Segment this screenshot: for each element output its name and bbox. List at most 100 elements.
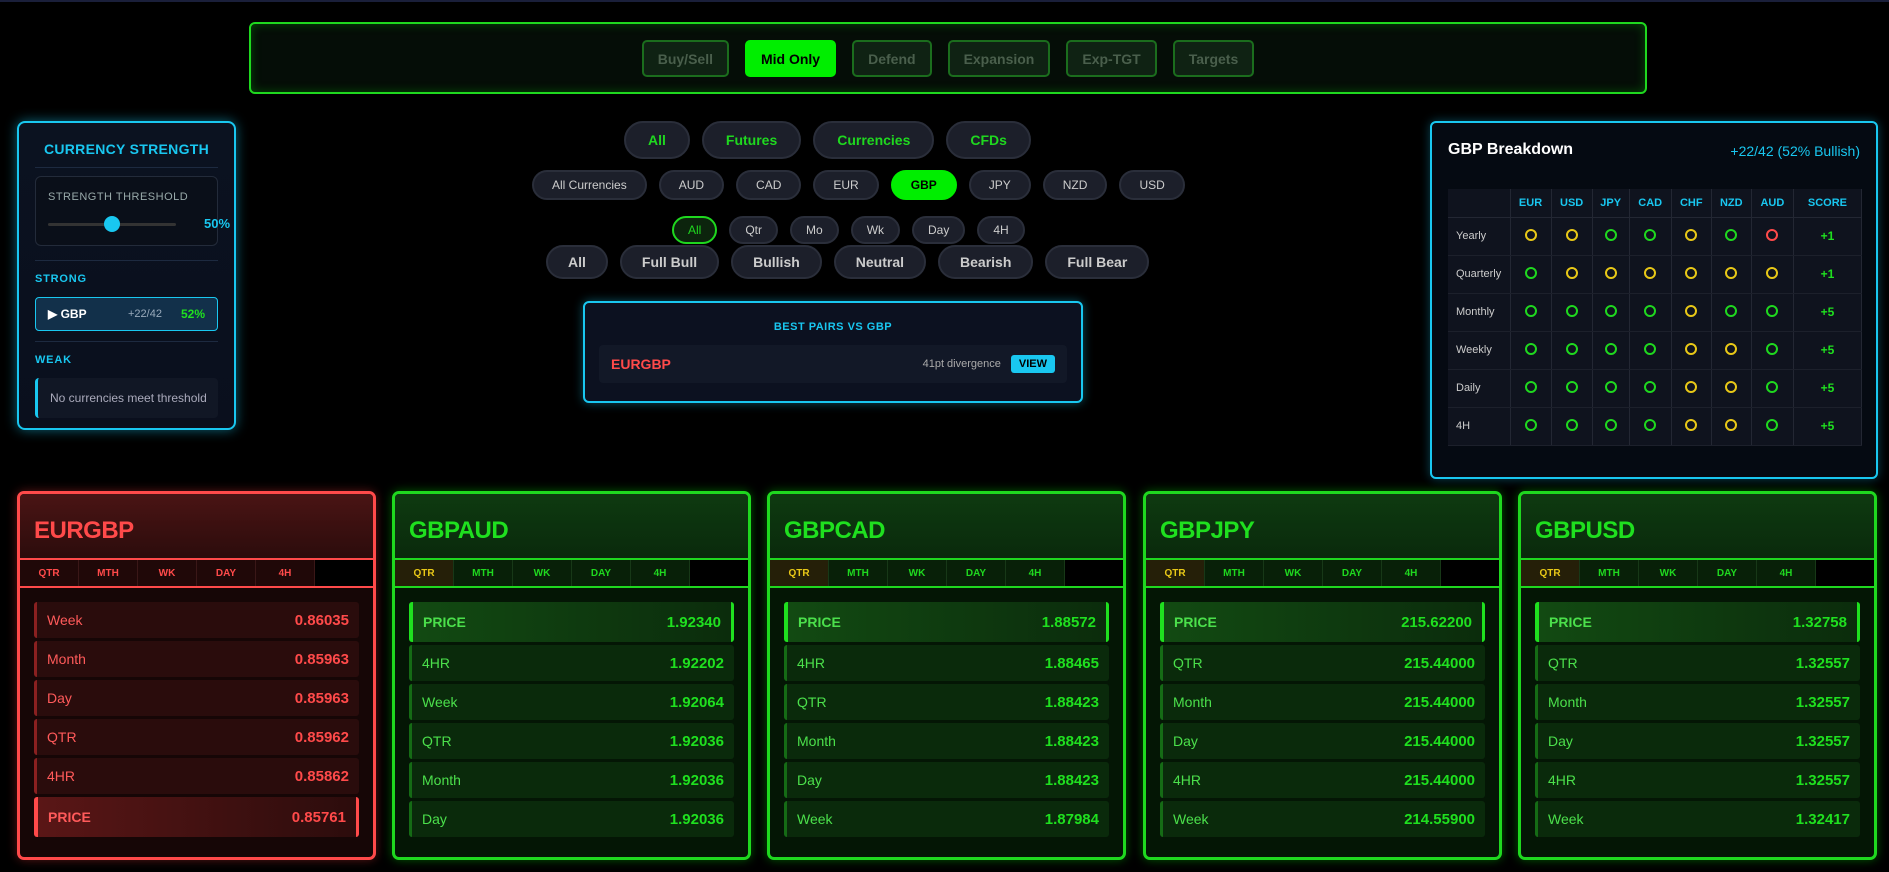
row-label: Quarterly	[1448, 255, 1511, 294]
pair-card-gbpjpy[interactable]: GBPJPY QTR MTH WK DAY 4H PRICE 215.62200 QTR 215.…	[1143, 491, 1502, 860]
tab-day[interactable]: DAY	[947, 560, 1006, 586]
tab-4h[interactable]: 4H	[1382, 560, 1441, 586]
tab-day[interactable]: DAY	[197, 560, 256, 586]
cat-pill-currencies[interactable]: Currencies	[813, 121, 935, 159]
pair-card-eurgbp[interactable]: EURGBP QTR MTH WK DAY 4H Week 0.86035 Month 0.859…	[17, 491, 376, 860]
cur-pill-usd[interactable]: USD	[1119, 170, 1185, 200]
status-circle-icon	[1766, 304, 1779, 317]
tf-pill-day[interactable]: Day	[912, 216, 966, 244]
card-tabs: QTR MTH WK DAY 4H	[395, 560, 748, 588]
sent-pill-all[interactable]: All	[546, 245, 608, 279]
card-pair-title: GBPCAD	[784, 517, 886, 544]
level-label: Week	[797, 811, 833, 827]
cat-pill-cfds[interactable]: CFDs	[946, 121, 1031, 159]
strong-currency-score: +22/42	[128, 308, 162, 320]
card-header: GBPAUD	[395, 494, 748, 560]
view-button[interactable]: VIEW	[1010, 355, 1055, 373]
tab-wk[interactable]: WK	[513, 560, 572, 586]
cur-pill-gbp[interactable]: GBP	[890, 170, 957, 200]
level-value: 0.85761	[291, 808, 346, 826]
level-label: QTR	[1173, 655, 1203, 671]
mode-button-defend[interactable]: Defend	[852, 40, 932, 77]
tab-qtr[interactable]: QTR	[770, 560, 829, 586]
tab-4h[interactable]: 4H	[1006, 560, 1065, 586]
status-circle-icon	[1524, 418, 1537, 431]
cat-pill-all[interactable]: All	[624, 121, 690, 159]
tab-wk[interactable]: WK	[138, 560, 197, 586]
tab-day[interactable]: DAY	[1323, 560, 1382, 586]
cur-pill-all-currencies[interactable]: All Currencies	[532, 170, 647, 200]
cell	[1751, 293, 1794, 332]
cell	[1510, 255, 1552, 294]
status-circle-icon	[1685, 380, 1698, 393]
status-circle-icon	[1644, 304, 1657, 317]
divider	[35, 167, 218, 168]
cat-pill-futures[interactable]: Futures	[701, 121, 802, 159]
cell	[1629, 407, 1672, 446]
tab-wk[interactable]: WK	[1639, 560, 1698, 586]
mode-button-exp-tgt[interactable]: Exp-TGT	[1066, 40, 1157, 77]
level-value: 1.88572	[1041, 613, 1096, 631]
row-label: Monthly	[1448, 293, 1511, 332]
tf-pill-qtr[interactable]: Qtr	[729, 216, 779, 244]
sent-pill-full-bear[interactable]: Full Bear	[1045, 245, 1150, 279]
cell	[1592, 217, 1630, 256]
cell	[1711, 255, 1752, 294]
sent-pill-bearish[interactable]: Bearish	[938, 245, 1034, 279]
tab-4h[interactable]: 4H	[256, 560, 315, 586]
strong-currency-item[interactable]: ▶ GBP +22/42 52%	[35, 297, 218, 331]
tab-qtr[interactable]: QTR	[1521, 560, 1580, 586]
mode-button-expansion[interactable]: Expansion	[947, 40, 1051, 77]
tab-mth[interactable]: MTH	[1580, 560, 1639, 586]
cur-pill-nzd[interactable]: NZD	[1042, 170, 1108, 200]
card-pair-title: GBPAUD	[409, 517, 509, 544]
tab-mth[interactable]: MTH	[829, 560, 888, 586]
status-circle-icon	[1644, 418, 1657, 431]
status-circle-icon	[1725, 266, 1738, 279]
tab-mth[interactable]: MTH	[79, 560, 138, 586]
header-corner	[1448, 189, 1511, 218]
tab-day[interactable]: DAY	[1698, 560, 1757, 586]
pair-card-gbpcad[interactable]: GBPCAD QTR MTH WK DAY 4H PRICE 1.88572 4HR 1.8846…	[767, 491, 1126, 860]
tf-pill-4h[interactable]: 4H	[977, 216, 1025, 244]
tf-pill-all[interactable]: All	[672, 216, 718, 244]
cur-pill-jpy[interactable]: JPY	[968, 170, 1031, 200]
tab-4h[interactable]: 4H	[1757, 560, 1816, 586]
tab-qtr[interactable]: QTR	[395, 560, 454, 586]
tab-4h[interactable]: 4H	[631, 560, 690, 586]
cell	[1592, 331, 1630, 370]
strong-currency-pct: 52%	[180, 307, 205, 321]
cur-pill-aud[interactable]: AUD	[658, 170, 725, 200]
mode-button-mid-only[interactable]: Mid Only	[744, 40, 837, 77]
cur-pill-cad[interactable]: CAD	[736, 170, 802, 200]
level-label: PRICE	[48, 809, 91, 825]
sent-pill-neutral[interactable]: Neutral	[833, 245, 927, 279]
threshold-slider-knob[interactable]	[104, 216, 120, 232]
tab-wk[interactable]: WK	[888, 560, 947, 586]
cell	[1671, 331, 1712, 370]
cur-pill-eur[interactable]: EUR	[813, 170, 879, 200]
pair-card-gbpaud[interactable]: GBPAUD QTR MTH WK DAY 4H PRICE 1.92340 4HR 1.9220…	[392, 491, 751, 860]
tab-mth[interactable]: MTH	[1205, 560, 1264, 586]
tab-qtr[interactable]: QTR	[20, 560, 79, 586]
tf-pill-mo[interactable]: Mo	[790, 216, 839, 244]
best-pair-row[interactable]: EURGBP 41pt divergence VIEW	[599, 345, 1067, 383]
sent-pill-full-bull[interactable]: Full Bull	[619, 245, 720, 279]
tab-day[interactable]: DAY	[572, 560, 631, 586]
mode-button-buy-sell[interactable]: Buy/Sell	[641, 40, 729, 77]
tab-mth[interactable]: MTH	[454, 560, 513, 586]
sent-pill-bullish[interactable]: Bullish	[731, 245, 822, 279]
level-row: 4HR 0.85862	[34, 758, 359, 794]
currency-strength-panel: CURRENCY STRENGTH STRENGTH THRESHOLD 50%…	[17, 121, 236, 430]
card-pair-title: EURGBP	[34, 517, 134, 544]
level-value: 214.55900	[1404, 810, 1475, 828]
cell	[1751, 255, 1794, 294]
tab-wk[interactable]: WK	[1264, 560, 1323, 586]
status-circle-icon	[1565, 304, 1578, 317]
mode-buttons: Buy/Sell Mid Only Defend Expansion Exp-TGT Ta…	[251, 40, 1645, 77]
pair-card-gbpusd[interactable]: GBPUSD QTR MTH WK DAY 4H PRICE 1.32758 QTR 1.3255…	[1518, 491, 1877, 860]
status-circle-icon	[1604, 266, 1617, 279]
tf-pill-wk[interactable]: Wk	[850, 216, 901, 244]
mode-button-targets[interactable]: Targets	[1172, 40, 1255, 77]
tab-qtr[interactable]: QTR	[1146, 560, 1205, 586]
